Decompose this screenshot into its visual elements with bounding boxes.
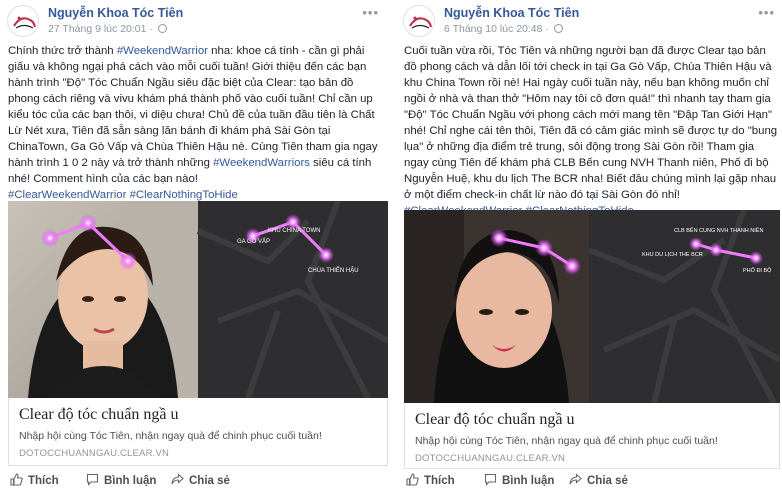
comment-button[interactable]: Bình luận (86, 473, 156, 487)
hashtag-link[interactable]: #ClearNothingToHide (130, 189, 238, 201)
comment-label: Bình luận (104, 475, 157, 487)
timestamp[interactable]: 6 Tháng 10 lúc 20:48 · (444, 23, 549, 35)
thumbs-up-icon (10, 473, 23, 486)
post-body: Cuối tuần vừa rồi, Tóc Tiên và những ngư… (404, 43, 780, 219)
post-2: Nguyễn Khoa Tóc Tiên 6 Tháng 10 lúc 20:4… (396, 0, 782, 495)
comment-bubble-icon (484, 473, 497, 486)
hashtag-link[interactable]: #WeekendWarrior (117, 45, 208, 57)
like-button[interactable]: Thích (10, 473, 59, 487)
promo-image: GA GÒ VẤP KHU CHINA TOWN CHÙA THIÊN HẬU (8, 201, 388, 398)
post-actions: Thích Bình luận Chia sẻ (8, 471, 384, 491)
promo-image: CLB BẾN CUNG NVH THANH NIÊN KHU DU LỊCH … (404, 210, 780, 403)
share-arrow-icon (569, 473, 582, 486)
timestamp[interactable]: 27 Tháng 9 lúc 20:01 · (48, 23, 153, 35)
share-button[interactable]: Chia sẻ (569, 473, 628, 487)
link-preview[interactable]: Clear độ tóc chuẩn ngầ u Nhập hội cùng T… (8, 398, 388, 466)
like-button[interactable]: Thích (406, 473, 455, 487)
link-preview[interactable]: Clear độ tóc chuẩn ngầ u Nhập hội cùng T… (404, 403, 780, 469)
more-dots-icon[interactable]: ••• (362, 5, 379, 20)
post-body: Chính thức trở thành #WeekendWarrior nha… (8, 43, 384, 203)
post-text: nha: khoe cá tính - cần gì phải giấu và … (8, 45, 378, 169)
post-actions: Thích Bình luận Chia sẻ (404, 471, 780, 491)
share-label: Chia sẻ (587, 475, 628, 487)
post-header: Nguyễn Khoa Tóc Tiên 27 Tháng 9 lúc 20:0… (7, 5, 383, 39)
post-header: Nguyễn Khoa Tóc Tiên 6 Tháng 10 lúc 20:4… (403, 5, 779, 39)
map-label-3: CHÙA THIÊN HẬU (308, 266, 359, 274)
share-button[interactable]: Chia sẻ (171, 473, 230, 487)
comment-button[interactable]: Bình luận (484, 473, 554, 487)
post-image[interactable]: CLB BẾN CUNG NVH THANH NIÊN KHU DU LỊCH … (404, 210, 780, 403)
post-image[interactable]: GA GÒ VẤP KHU CHINA TOWN CHÙA THIÊN HẬU (8, 201, 388, 398)
post-meta: 27 Tháng 9 lúc 20:01 · (48, 23, 167, 35)
map-label-2: KHU DU LỊCH THE BCR (642, 252, 703, 258)
more-dots-icon[interactable]: ••• (758, 5, 775, 20)
post-text: Chính thức trở thành (8, 45, 117, 57)
avatar[interactable] (403, 5, 435, 37)
link-description: Nhập hội cùng Tóc Tiên, nhận ngay quà để… (415, 435, 718, 447)
post-text: Cuối tuần vừa rồi, Tóc Tiên và những ngư… (404, 45, 778, 201)
like-label: Thích (424, 475, 455, 487)
like-label: Thích (28, 475, 59, 487)
link-domain: DOTOCCHUANNGAU.CLEAR.VN (415, 453, 566, 464)
thumbs-up-icon (406, 473, 419, 486)
map-label-3: PHỐ ĐI BỘ (743, 267, 772, 274)
comment-bubble-icon (86, 473, 99, 486)
avatar[interactable] (7, 5, 39, 37)
comment-label: Bình luận (502, 475, 555, 487)
map-label-1: CLB BẾN CUNG NVH THANH NIÊN (674, 226, 763, 234)
post-meta: 6 Tháng 10 lúc 20:48 · (444, 23, 563, 35)
link-domain: DOTOCCHUANNGAU.CLEAR.VN (19, 448, 170, 459)
avatar-image (8, 6, 38, 36)
globe-icon (553, 24, 563, 33)
author-name[interactable]: Nguyễn Khoa Tóc Tiên (444, 6, 579, 20)
share-label: Chia sẻ (189, 475, 230, 487)
hashtag-link[interactable]: #ClearWeekendWarrior (8, 189, 126, 201)
share-arrow-icon (171, 473, 184, 486)
author-name[interactable]: Nguyễn Khoa Tóc Tiên (48, 6, 183, 20)
avatar-image (404, 6, 434, 36)
post-1: Nguyễn Khoa Tóc Tiên 27 Tháng 9 lúc 20:0… (0, 0, 388, 495)
globe-icon (157, 24, 167, 33)
link-title[interactable]: Clear độ tóc chuẩn ngầ u (19, 406, 179, 424)
hashtag-link[interactable]: #WeekendWarriors (213, 157, 310, 169)
map-label-2: KHU CHINA TOWN (268, 228, 320, 234)
map-label-1: GA GÒ VẤP (237, 238, 270, 245)
link-description: Nhập hội cùng Tóc Tiên, nhận ngay quà để… (19, 430, 322, 442)
link-title[interactable]: Clear độ tóc chuẩn ngầ u (415, 411, 575, 429)
